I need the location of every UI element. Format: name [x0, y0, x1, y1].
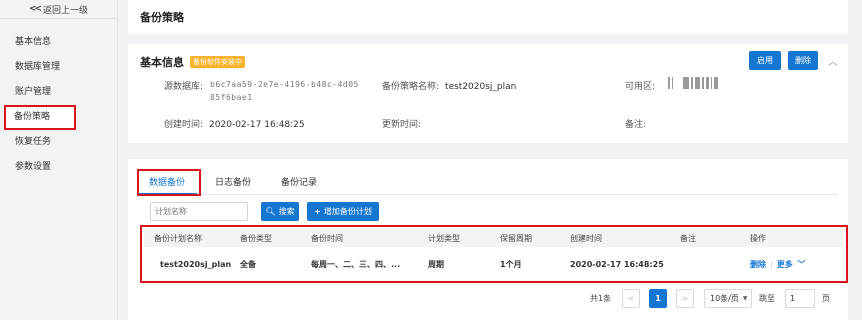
delete-button[interactable]: 删除 — [788, 51, 818, 70]
updated-label: 更新时间: — [382, 120, 422, 130]
sidebar-item-restore[interactable]: 恢复任务 — [0, 130, 118, 155]
source-db-label: 源数据库: — [164, 82, 204, 92]
basic-info-card: 基本信息 备份软件安装中 启用 删除 ︿ 源数据库: b6c7aa59-2e7e… — [128, 44, 848, 143]
header-actions: 操作 — [750, 233, 766, 243]
cell-plan-name: test2020sj_plan — [160, 259, 232, 269]
created-field: 创建时间: 2020-02-17 16:48:25 — [164, 117, 305, 130]
sidebar-item-account[interactable]: 账户管理 — [0, 80, 118, 105]
header-retention: 保留周期 — [500, 233, 532, 243]
header-remark: 备注 — [680, 233, 696, 243]
plus-icon: + — [314, 207, 321, 216]
policy-name-value: test2020sj_plan — [445, 82, 517, 92]
tab-log-backup[interactable]: 日志备份 — [203, 171, 263, 195]
next-page-button[interactable]: > — [676, 289, 694, 308]
zone-value — [668, 77, 718, 89]
chevron-up-icon[interactable]: ︿ — [828, 53, 838, 68]
cell-backup-time: 每周一、二、三、四、... — [311, 259, 401, 269]
row-more-link[interactable]: 更多 ﹀ — [777, 259, 806, 270]
source-db-value-line1: b6c7aa59-2e7e-4196-b48c-4d05 — [210, 80, 359, 89]
chevron-right-icon: > — [681, 294, 689, 303]
jump-page-input[interactable]: 1 — [785, 289, 815, 308]
backup-plan-table: 备份计划名称 备份类型 备份时间 计划类型 保留周期 创建时间 备注 操作 te… — [140, 225, 848, 283]
sidebar: << 返回上一级 基本信息 数据库管理 账户管理 备份策略 恢复任务 参数设置 — [0, 0, 118, 320]
created-value: 2020-02-17 16:48:25 — [209, 120, 305, 130]
policy-name-label: 备份策略名称: — [382, 82, 440, 92]
sidebar-item-database[interactable]: 数据库管理 — [0, 55, 118, 80]
sidebar-item-params[interactable]: 参数设置 — [0, 155, 118, 180]
back-link[interactable]: << 返回上一级 — [0, 1, 117, 17]
pagination-total: 共1条 — [590, 294, 612, 303]
prev-page-button[interactable]: < — [622, 289, 640, 308]
basic-info-title: 基本信息 — [140, 56, 184, 69]
search-button-label: 搜索 — [278, 207, 295, 216]
header-plan-type: 计划类型 — [428, 233, 460, 243]
sidebar-item-basic-info[interactable]: 基本信息 — [0, 30, 118, 55]
back-link-label: 返回上一级 — [43, 5, 89, 16]
sidebar-item-backup-policy[interactable]: 备份策略 — [4, 105, 76, 130]
tab-highlight-box — [137, 169, 201, 196]
chevron-left-icon: < — [627, 294, 635, 303]
source-db-field: 源数据库: — [164, 79, 203, 92]
header-plan-name: 备份计划名称 — [154, 233, 202, 243]
search-button[interactable]: 🔍︎ 搜索 — [261, 202, 299, 221]
cell-created: 2020-02-17 16:48:25 — [570, 259, 664, 269]
header-created: 创建时间 — [570, 233, 602, 243]
page-title: 备份策略 — [140, 11, 184, 24]
add-plan-button[interactable]: + 增加备份计划 — [307, 202, 379, 221]
row-more-label: 更多 — [776, 259, 793, 269]
updated-field: 更新时间: — [382, 117, 427, 130]
created-label: 创建时间: — [164, 120, 204, 130]
zone-field: 可用区: — [625, 79, 655, 92]
plan-name-search-input[interactable] — [150, 202, 248, 221]
backup-plans-card: 数据备份 日志备份 备份记录 🔍︎ 搜索 + 增加备份计划 备份计划名称 备份类… — [128, 159, 848, 320]
table-header: 备份计划名称 备份类型 备份时间 计划类型 保留周期 创建时间 备注 操作 — [144, 229, 844, 247]
enable-button[interactable]: 启用 — [749, 51, 781, 70]
cell-backup-type: 全备 — [240, 259, 256, 269]
add-plan-button-label: 增加备份计划 — [323, 207, 372, 216]
cell-plan-type: 周期 — [428, 259, 444, 269]
page-button-current[interactable]: 1 — [649, 289, 667, 308]
chevron-down-icon: ﹀ — [797, 259, 806, 269]
remark-field: 备注: — [625, 117, 652, 130]
main-content: 备份策略 基本信息 备份软件安装中 启用 删除 ︿ 源数据库: b6c7aa59… — [128, 0, 848, 320]
search-icon: 🔍︎ — [265, 207, 276, 216]
pagination: 共1条 < 1 > 10条/页 ▼ 跳至 1 页 — [128, 289, 848, 309]
cell-retention: 1个月 — [500, 259, 522, 269]
page-size-value: 10条/页 — [710, 294, 739, 303]
row-delete-link[interactable]: 删除 — [750, 259, 766, 270]
remark-label: 备注: — [625, 120, 647, 130]
basic-info-header: 基本信息 备份软件安装中 — [140, 54, 245, 70]
page-unit-label: 页 — [822, 294, 830, 303]
action-divider: | — [770, 259, 773, 269]
divider — [0, 18, 117, 19]
header-backup-time: 备份时间 — [311, 233, 343, 243]
tab-bar: 数据备份 日志备份 备份记录 — [137, 171, 838, 195]
caret-down-icon: ▼ — [742, 295, 748, 302]
cell-actions: 删除 | 更多 ﹀ — [750, 249, 806, 279]
page-header: 备份策略 — [128, 0, 848, 34]
jump-label: 跳至 — [759, 294, 775, 303]
tab-backup-records[interactable]: 备份记录 — [269, 171, 329, 195]
header-backup-type: 备份类型 — [240, 233, 272, 243]
policy-name-field: 备份策略名称: test2020sj_plan — [382, 79, 516, 92]
table-row: test2020sj_plan 全备 每周一、二、三、四、... 周期 1个月 … — [144, 249, 844, 279]
double-chevron-left-icon: << — [28, 4, 42, 14]
source-db-value: b6c7aa59-2e7e-4196-b48c-4d05 85f6bae1 — [210, 80, 359, 102]
zone-label: 可用区: — [625, 82, 656, 92]
status-badge: 备份软件安装中 — [190, 56, 245, 68]
page-size-select[interactable]: 10条/页 ▼ — [704, 289, 752, 308]
sidebar-menu: 基本信息 数据库管理 账户管理 备份策略 恢复任务 参数设置 — [0, 30, 118, 180]
source-db-value-line2: 85f6bae1 — [210, 93, 253, 102]
